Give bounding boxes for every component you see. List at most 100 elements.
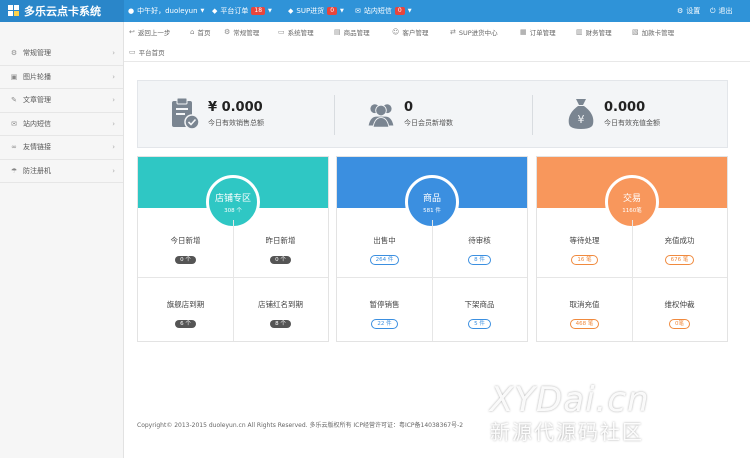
stat-members-value: 0 xyxy=(404,100,414,115)
exchange-icon: ⇄ xyxy=(450,28,456,36)
clipboard-check-icon xyxy=(172,97,200,130)
chevron-down-icon: ▼ xyxy=(340,8,344,14)
watermark-line2: 新源代源码社区 xyxy=(490,420,644,444)
cell-label: 旗舰店到期 xyxy=(166,300,205,309)
card-title: 商品 xyxy=(422,193,441,204)
sup-label: SUP进货 xyxy=(296,7,325,15)
card-grid: 今日新增 0 个 昨日新增 0 个 旗舰店到期 6 个 店铺红名到期 8 个 xyxy=(138,208,328,341)
chevron-right-icon: › xyxy=(112,166,115,175)
card-cell[interactable]: 昨日新增 0 个 xyxy=(233,235,328,265)
money-bag-icon: ¥ xyxy=(568,99,594,129)
messages-label: 站内短信 xyxy=(363,7,392,15)
card-cell[interactable]: 店铺红名到期 8 个 xyxy=(233,299,328,329)
cell-label: 充值成功 xyxy=(664,236,695,245)
cog-icon: ⚙ xyxy=(224,28,231,36)
monitor-icon: ▭ xyxy=(278,28,285,36)
card-cell[interactable]: 旗舰店到期 6 个 xyxy=(138,299,233,329)
sidebar-item-carousel[interactable]: ▣ 图片轮播 › xyxy=(0,66,123,89)
card-cell[interactable]: 维权仲裁 0笔 xyxy=(632,299,727,329)
cell-pill: 5 件 xyxy=(468,319,491,329)
card-cell[interactable]: 取消充值 468 笔 xyxy=(537,299,632,329)
quicknav-back[interactable]: ↩ 返回上一步 xyxy=(129,23,170,41)
card-cell[interactable]: 充值成功 676 笔 xyxy=(632,235,727,265)
quicknav-label: 平台首页 xyxy=(138,49,165,57)
quicknav-goods[interactable]: ▤ 商品管理 xyxy=(334,23,370,41)
svg-text:¥: ¥ xyxy=(578,113,585,126)
cell-label: 今日新增 xyxy=(170,236,201,245)
mail-icon: ✉ xyxy=(11,119,17,128)
sidebar-item-label: 防注册机 xyxy=(23,166,51,175)
sidebar-item-articles[interactable]: ✎ 文章管理 › xyxy=(0,89,123,113)
cell-pill: 676 笔 xyxy=(664,255,695,265)
quicknav-customers[interactable]: ☺ 客户管理 xyxy=(392,23,428,41)
edit-icon: ✎ xyxy=(11,96,17,105)
chevron-down-icon: ▼ xyxy=(200,8,205,14)
sidebar-item-messages[interactable]: ✉ 站内短信 › xyxy=(0,113,123,136)
quicknav-label: 客户管理 xyxy=(402,29,429,37)
sup-purchase-menu[interactable]: ◆ SUP进货 0 ▼ xyxy=(288,0,344,22)
site-messages-menu[interactable]: ✉ 站内短信 0 ▼ xyxy=(355,0,412,22)
card-header: 店铺专区 308 个 xyxy=(138,157,328,229)
card-cell[interactable]: 待审核 8 件 xyxy=(432,235,527,265)
cell-pill: 16 笔 xyxy=(571,255,598,265)
card-title: 店铺专区 xyxy=(214,193,251,204)
quicknav-cards[interactable]: ▧ 加款卡管理 xyxy=(632,23,674,41)
stat-members: 0 今日会员新增数 xyxy=(366,81,453,147)
quicknav-sup-center[interactable]: ⇄ SUP进货中心 xyxy=(450,23,498,41)
cell-label: 待审核 xyxy=(468,236,491,245)
watermark: XYDai.cn 新源代源码社区 xyxy=(490,380,650,445)
cell-label: 昨日新增 xyxy=(265,236,296,245)
user-icon: ● xyxy=(128,7,135,15)
stats-panel: ¥ 0.000 今日有效销售总额 0 今日会员新增数 ¥ 0.000 今日有效充… xyxy=(137,80,728,148)
sidebar-item-links[interactable]: ∞ 友情链接 › xyxy=(0,136,123,160)
umbrella-icon: ☂ xyxy=(10,166,18,175)
app-logo[interactable]: 多乐云点卡系统 xyxy=(0,0,124,22)
card-cell[interactable]: 等待处理 16 笔 xyxy=(537,235,632,265)
cell-pill: 8 个 xyxy=(270,320,291,328)
settings-label: 设置 xyxy=(686,7,701,15)
card-header: 交易 1160笔 xyxy=(537,157,727,229)
settings-button[interactable]: ⚙ 设置 xyxy=(677,0,700,22)
cell-pill: 0 个 xyxy=(175,256,196,264)
cart-icon: ◆ xyxy=(288,7,294,15)
quicknav-label: 首页 xyxy=(197,29,211,37)
greeting-text: 中午好，duoleyun xyxy=(137,7,198,15)
quicknav-label: 商品管理 xyxy=(343,29,370,37)
quicknav-label: SUP进货中心 xyxy=(458,29,498,37)
image-icon: ▣ xyxy=(10,72,18,81)
card-cell[interactable]: 下架商品 5 件 xyxy=(432,299,527,329)
quicknav-home[interactable]: ⌂ 首页 xyxy=(190,23,210,41)
card-shops: 店铺专区 308 个 今日新增 0 个 昨日新增 0 个 旗舰店到期 6 个 店铺红名… xyxy=(137,156,329,342)
stat-recharge: ¥ 0.000 今日有效充值金额 xyxy=(566,81,660,147)
user-greeting[interactable]: ● 中午好，duoleyun ▼ xyxy=(128,0,204,22)
card-cell[interactable]: 今日新增 0 个 xyxy=(138,235,233,265)
cell-label: 等待处理 xyxy=(569,236,600,245)
sidebar-item-general[interactable]: ⚙ 常规管理 › xyxy=(0,42,123,66)
sidebar-item-anti-bot[interactable]: ☂ 防注册机 › xyxy=(0,160,123,183)
platform-orders-menu[interactable]: ◆ 平台订单 18 ▼ xyxy=(212,0,272,22)
cell-label: 取消充值 xyxy=(569,300,600,309)
chevron-right-icon: › xyxy=(112,143,115,152)
sidebar-item-label: 友情链接 xyxy=(23,143,51,152)
gear-icon: ⚙ xyxy=(677,7,684,15)
card-icon: ▧ xyxy=(632,28,639,36)
orders-label: 平台订单 xyxy=(220,7,249,15)
quicknav-platform-home[interactable]: ▭ 平台首页 xyxy=(129,43,165,61)
stat-sales-label: 今日有效销售总额 xyxy=(208,119,264,127)
cog-icon: ⚙ xyxy=(10,49,18,58)
cell-pill: 264 件 xyxy=(369,255,400,265)
sup-count-badge: 0 xyxy=(327,7,338,15)
quicknav-general[interactable]: ⚙ 常规管理 xyxy=(224,23,259,41)
sidebar-item-label: 图片轮播 xyxy=(23,72,51,81)
logout-button[interactable]: ⏻ 退出 xyxy=(710,0,733,22)
quicknav-orders[interactable]: ▦ 订单管理 xyxy=(520,23,556,41)
finance-icon: ▥ xyxy=(576,28,583,36)
quicknav-system[interactable]: ▭ 系统管理 xyxy=(278,23,314,41)
card-cell[interactable]: 出售中 264 件 xyxy=(337,235,432,265)
sidebar: ⚙ 常规管理 › ▣ 图片轮播 › ✎ 文章管理 › ✉ 站内短信 › ∞ 友情… xyxy=(0,22,124,458)
card-header: 商品 581 件 xyxy=(337,157,527,229)
chevron-right-icon: › xyxy=(112,96,115,105)
cell-label: 店铺红名到期 xyxy=(258,300,303,309)
card-cell[interactable]: 暂停销售 22 件 xyxy=(337,299,432,329)
quicknav-finance[interactable]: ▥ 财务管理 xyxy=(576,23,612,41)
